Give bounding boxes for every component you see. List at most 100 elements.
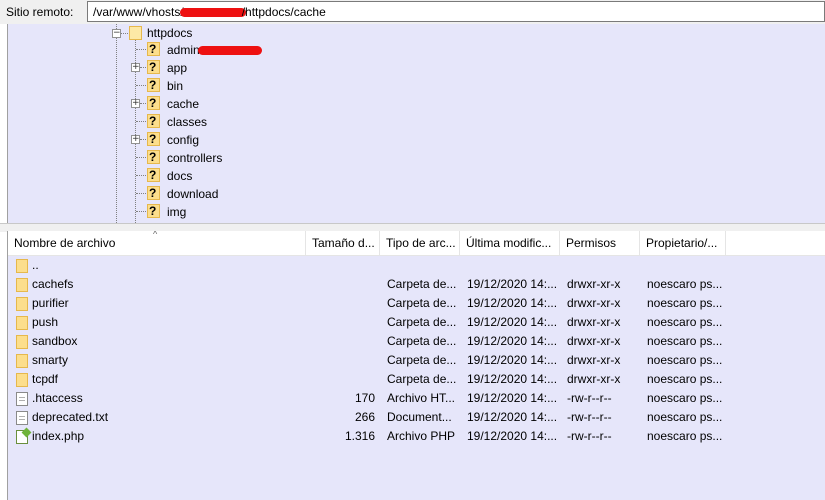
- column-header-type[interactable]: Tipo de arc...: [380, 231, 460, 255]
- text-file-icon: [16, 411, 28, 425]
- tree-item-download[interactable]: download: [167, 187, 218, 201]
- file-owner-cell: noescaro ps...: [647, 277, 723, 291]
- file-type-cell: Carpeta de...: [387, 353, 457, 367]
- file-row[interactable]: cachefs Carpeta de... 19/12/2020 14:... drw…: [8, 275, 825, 294]
- file-modified-cell: 19/12/2020 14:...: [467, 353, 558, 367]
- file-name-cell: purifier: [32, 296, 69, 310]
- file-perms-cell: drwxr-xr-x: [567, 296, 621, 310]
- file-icon: [16, 392, 28, 406]
- tree-item-label: classes: [167, 115, 208, 129]
- file-size-cell: [306, 332, 375, 351]
- tree-connector: [136, 211, 146, 212]
- file-owner-cell: noescaro ps...: [647, 296, 723, 310]
- tree-item-img[interactable]: img: [167, 205, 186, 219]
- file-owner-cell: noescaro ps...: [647, 372, 723, 386]
- file-perms-cell: drwxr-xr-x: [567, 334, 621, 348]
- file-size-cell: 1.316: [344, 429, 375, 443]
- question-mark-icon: ?: [149, 42, 157, 56]
- file-modified-cell: 19/12/2020 14:...: [467, 372, 558, 386]
- tree-guide-line: [116, 24, 117, 223]
- tree-connector: [140, 67, 146, 68]
- file-row[interactable]: sandbox Carpeta de... 19/12/2020 14:... drw…: [8, 332, 825, 351]
- tree-item-controllers[interactable]: controllers: [167, 151, 222, 165]
- file-owner-cell: noescaro ps...: [647, 410, 723, 424]
- folder-unknown-icon: ?: [147, 60, 160, 74]
- file-owner-cell: noescaro ps...: [647, 334, 723, 348]
- redacted-path-segment: [179, 8, 246, 18]
- file-name-cell: push: [32, 315, 59, 329]
- tree-connector: [140, 103, 146, 104]
- file-perms-cell: -rw-r--r--: [567, 429, 612, 443]
- file-type-cell: Carpeta de...: [387, 315, 457, 329]
- file-name-cell: .htaccess: [32, 391, 83, 405]
- file-row[interactable]: tcpdf Carpeta de... 19/12/2020 14:... drwxr…: [8, 370, 825, 389]
- expand-config-icon[interactable]: +: [131, 135, 140, 144]
- file-type-cell: Carpeta de...: [387, 334, 457, 348]
- file-name-cell: cachefs: [32, 277, 74, 291]
- tree-item-app[interactable]: app: [167, 61, 187, 75]
- file-name-cell: tcpdf: [32, 372, 59, 386]
- tree-item-admin[interactable]: admin: [167, 43, 262, 57]
- folder-icon: [16, 297, 28, 311]
- folder-unknown-icon: ?: [147, 150, 160, 164]
- file-row[interactable]: smarty Carpeta de... 19/12/2020 14:... drwx…: [8, 351, 825, 370]
- file-perms-cell: drwxr-xr-x: [567, 277, 621, 291]
- question-mark-icon: ?: [149, 114, 157, 128]
- tree-connector: [136, 121, 146, 122]
- column-size-label: Tamaño d...: [312, 236, 375, 250]
- file-modified-cell: 19/12/2020 14:...: [467, 296, 558, 310]
- column-header-permissions[interactable]: Permisos: [560, 231, 640, 255]
- tree-connector: [136, 175, 146, 176]
- folder-unknown-icon: ?: [147, 168, 160, 182]
- file-type-cell: [387, 256, 459, 275]
- expand-cache-icon[interactable]: +: [131, 99, 140, 108]
- question-mark-icon: ?: [149, 150, 157, 164]
- file-size-cell: 170: [354, 391, 375, 405]
- tree-item-cache[interactable]: cache: [167, 97, 199, 111]
- file-name-cell: index.php: [32, 429, 85, 443]
- file-perms-cell: -rw-r--r--: [567, 410, 612, 424]
- file-row[interactable]: ..: [8, 256, 825, 275]
- column-type-label: Tipo de arc...: [386, 236, 456, 250]
- file-size-cell: [306, 351, 375, 370]
- file-size-cell: [306, 275, 375, 294]
- remote-directory-tree[interactable]: − httpdocs ? admin +? app? bin +? cache? classe…: [7, 24, 825, 223]
- collapse-httpdocs-icon[interactable]: −: [112, 29, 121, 38]
- tree-item-label: bin: [167, 79, 184, 93]
- remote-path-input[interactable]: /var/www/vhosts/ /httpdocs/cache: [87, 1, 825, 22]
- file-row[interactable]: deprecated.txt 266 Document... 19/12/2020 1…: [8, 408, 825, 427]
- question-mark-icon: ?: [149, 132, 157, 146]
- expand-app-icon[interactable]: +: [131, 63, 140, 72]
- tree-item-httpdocs[interactable]: httpdocs: [147, 26, 192, 40]
- file-size-cell: [306, 256, 375, 275]
- remote-path-suffix: /httpdocs/cache: [241, 5, 326, 19]
- file-owner-cell: noescaro ps...: [647, 353, 723, 367]
- column-header-modified[interactable]: Última modific...: [460, 231, 560, 255]
- file-name-cell: deprecated.txt: [32, 410, 109, 424]
- folder-unknown-icon: ?: [147, 78, 160, 92]
- file-modified-cell: 19/12/2020 14:...: [467, 429, 558, 443]
- column-permissions-label: Permisos: [566, 236, 617, 250]
- file-row[interactable]: purifier Carpeta de... 19/12/2020 14:... dr…: [8, 294, 825, 313]
- tree-item-label: admin: [167, 43, 200, 57]
- file-perms-cell: -rw-r--r--: [567, 391, 612, 405]
- file-row[interactable]: .htaccess 170 Archivo HT... 19/12/2020 14:.…: [8, 389, 825, 408]
- file-row[interactable]: push Carpeta de... 19/12/2020 14:... drwxr-…: [8, 313, 825, 332]
- tree-connector: [136, 193, 146, 194]
- column-modified-label: Última modific...: [466, 236, 552, 250]
- file-type-cell: Carpeta de...: [387, 296, 457, 310]
- tree-item-bin[interactable]: bin: [167, 79, 183, 93]
- folder-icon: [16, 316, 28, 330]
- column-header-name[interactable]: Nombre de archivo ^: [8, 231, 306, 255]
- column-header-size[interactable]: Tamaño d...: [306, 231, 380, 255]
- tree-item-docs[interactable]: docs: [167, 169, 192, 183]
- remote-file-list[interactable]: Nombre de archivo ^ Tamaño d... Tipo de …: [7, 231, 825, 500]
- file-name-cell: smarty: [32, 353, 68, 367]
- folder-unknown-icon: ?: [147, 96, 160, 110]
- column-header-owner[interactable]: Propietario/...: [640, 231, 726, 255]
- tree-item-classes[interactable]: classes: [167, 115, 207, 129]
- file-row[interactable]: index.php 1.316 Archivo PHP 19/12/2020 14:.…: [8, 427, 825, 446]
- tree-item-config[interactable]: config: [167, 133, 199, 147]
- column-owner-label: Propietario/...: [646, 236, 718, 250]
- tree-item-label: cache: [167, 97, 200, 111]
